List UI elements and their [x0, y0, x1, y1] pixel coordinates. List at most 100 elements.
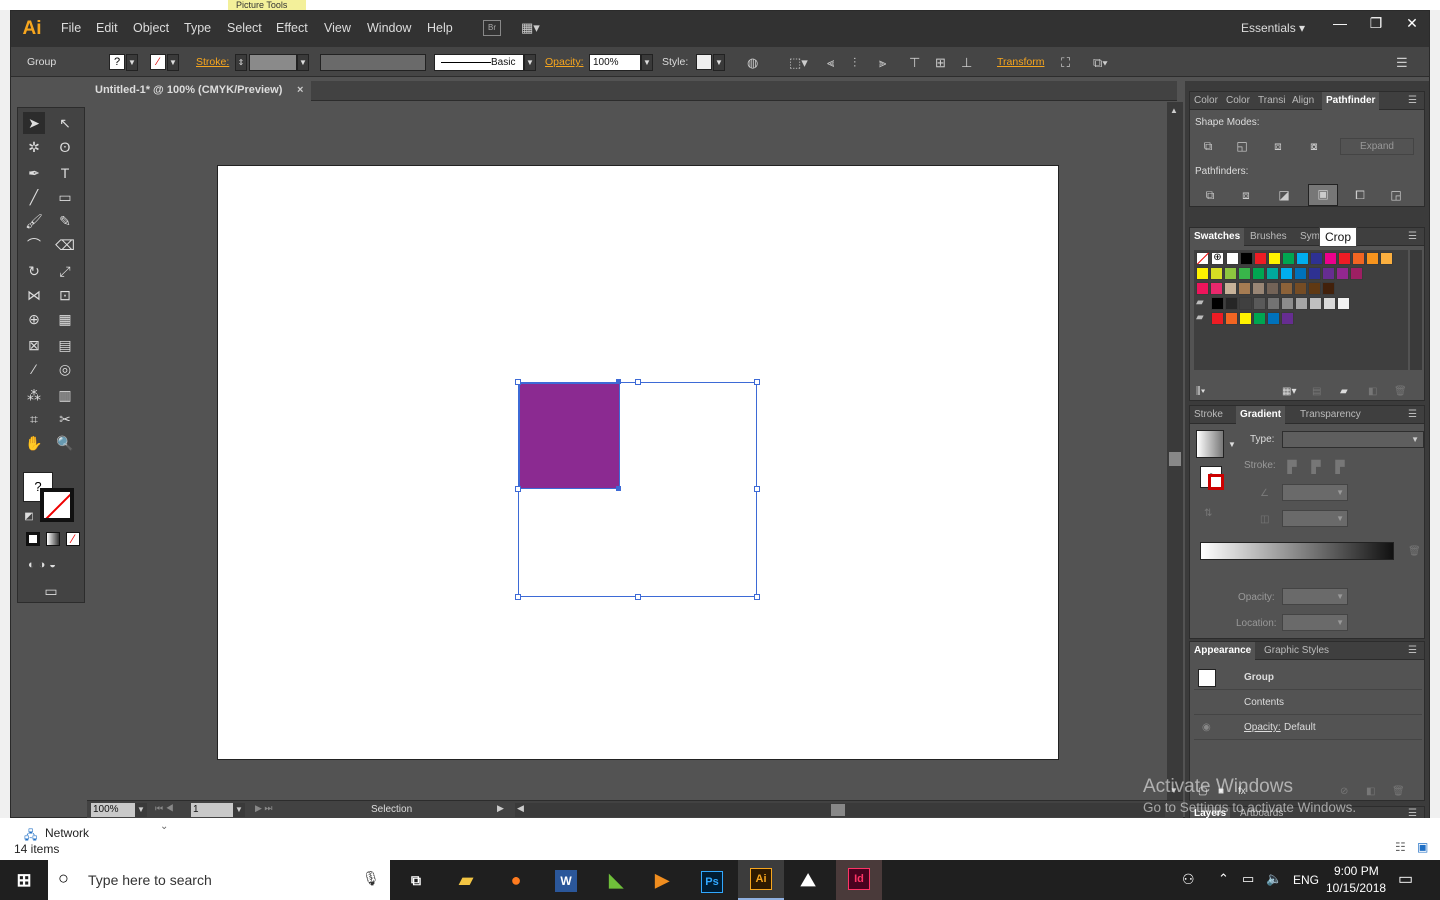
bbox-handle-bc[interactable] [635, 594, 641, 600]
delete-item-icon[interactable]: 🗑 [1392, 786, 1405, 797]
tab-gradient[interactable]: Gradient [1236, 406, 1286, 424]
swatch[interactable] [1309, 297, 1322, 310]
swatch[interactable] [1267, 312, 1280, 325]
swatches-scrollbar[interactable] [1410, 250, 1422, 370]
eyedropper-tool-icon[interactable]: ⁄ [23, 358, 45, 380]
crop-icon[interactable]: ▣ [1308, 184, 1338, 206]
illustrator-taskbar-icon[interactable]: Ai [738, 860, 784, 900]
swatch[interactable] [1294, 282, 1307, 295]
angle-field[interactable]: ▼ [1282, 484, 1348, 501]
style-dropdown[interactable]: ▼ [713, 54, 725, 71]
photos-icon[interactable]: ⛰ [788, 864, 828, 896]
swatch[interactable] [1253, 312, 1266, 325]
duplicate-item-icon[interactable]: ◧ [1366, 786, 1375, 797]
reverse-gradient-icon[interactable]: ⇅ [1204, 508, 1212, 519]
expand-button[interactable]: Expand [1340, 138, 1414, 155]
new-swatch-icon[interactable]: ◧ [1368, 386, 1377, 397]
large-icons-view-icon[interactable]: ▣ [1417, 840, 1428, 854]
gradient-type-select[interactable]: ▼ [1282, 431, 1424, 448]
aspect-ratio-field[interactable]: ▼ [1282, 510, 1348, 527]
rectangle-tool-icon[interactable]: ▭ [54, 186, 76, 208]
swatch[interactable] [1352, 252, 1365, 265]
bbox-handle-ml[interactable] [515, 486, 521, 492]
panel-menu-icon[interactable]: ☰ [1404, 228, 1421, 246]
opacity-dropdown[interactable]: ▼ [641, 54, 653, 71]
swatch[interactable] [1196, 282, 1209, 295]
drawing-modes-icon[interactable]: ◐◑◒ [22, 554, 82, 576]
pencil-tool-icon[interactable]: ✎ [54, 210, 76, 232]
stop-location-field[interactable]: ▼ [1282, 614, 1348, 631]
isolate-group-icon[interactable]: ⛶ [1061, 55, 1070, 71]
anchor-point[interactable] [616, 379, 621, 384]
swatch[interactable] [1266, 267, 1279, 280]
swatch-options-icon[interactable]: ▤ [1312, 386, 1321, 397]
swatch[interactable] [1366, 252, 1379, 265]
swatch[interactable] [1296, 252, 1309, 265]
swatch[interactable] [1310, 252, 1323, 265]
menu-type[interactable]: Type [184, 21, 211, 35]
visibility-eye-icon[interactable]: ◉ [1202, 722, 1211, 733]
appearance-row-contents[interactable]: Contents [1194, 691, 1422, 715]
people-icon[interactable]: ⚇ [1182, 871, 1195, 888]
action-center-icon[interactable]: ▭ [1398, 869, 1413, 889]
artboard[interactable] [217, 165, 1059, 760]
trim-icon[interactable]: ⧈ [1236, 186, 1256, 204]
tab-color[interactable]: Color [1190, 92, 1222, 110]
brush-dropdown[interactable]: ▼ [524, 54, 536, 71]
stroke-weight-dropdown[interactable]: ▼ [297, 54, 309, 71]
swatch[interactable] [1308, 267, 1321, 280]
screen-mode-icon[interactable]: ▭ [40, 580, 62, 602]
fill-swatch[interactable]: ? [109, 54, 125, 70]
stroke-stepper[interactable]: ⇕ [235, 54, 247, 71]
swatch[interactable] [1211, 297, 1224, 310]
lasso-tool-icon[interactable]: ʘ [54, 136, 76, 158]
style-swatch[interactable] [696, 54, 712, 70]
clear-appearance-icon[interactable]: ⊘ [1340, 786, 1348, 797]
stroke-dropdown[interactable]: ▼ [167, 54, 179, 71]
swatch[interactable] [1238, 267, 1251, 280]
swatch[interactable] [1210, 267, 1223, 280]
scroll-thumb[interactable] [1169, 452, 1181, 466]
stroke-weight-field[interactable] [249, 54, 297, 71]
merge-icon[interactable]: ◪ [1274, 186, 1294, 204]
blend-tool-icon[interactable]: ◎ [54, 358, 76, 380]
purple-rectangle[interactable] [519, 383, 620, 489]
windows-start-icon[interactable]: ⊞ [4, 864, 44, 896]
delete-stop-icon[interactable]: 🗑 [1408, 546, 1421, 557]
document-tab[interactable]: Untitled-1* @ 100% (CMYK/Preview) × [87, 81, 311, 101]
swatch[interactable] [1324, 252, 1337, 265]
align-left-icon[interactable]: ⫷ [827, 55, 834, 71]
show-kinds-icon[interactable]: ▦▾ [1282, 386, 1296, 397]
outline-icon[interactable]: ⧠ [1350, 186, 1370, 204]
swatch[interactable] [1225, 312, 1238, 325]
word-icon[interactable]: W [546, 864, 586, 896]
swatch[interactable] [1294, 267, 1307, 280]
eraser-tool-icon[interactable]: ⌫ [54, 234, 76, 256]
task-view-icon[interactable]: ⧉ [396, 864, 436, 896]
symbol-sprayer-tool-icon[interactable]: ⁂ [23, 384, 45, 406]
swatch-none[interactable] [1196, 252, 1210, 265]
paintbrush-tool-icon[interactable]: 🖌 [23, 210, 45, 232]
photoshop-icon[interactable]: Ps [692, 864, 732, 896]
swatch-registration[interactable]: ⊕ [1211, 252, 1224, 265]
swatch[interactable] [1337, 297, 1350, 310]
anchor-point[interactable] [616, 486, 621, 491]
file-explorer-icon[interactable]: ▰ [446, 864, 486, 896]
swatch[interactable] [1308, 282, 1321, 295]
swatch[interactable] [1267, 297, 1280, 310]
intersect-icon[interactable]: ⧈ [1268, 137, 1288, 155]
swatch[interactable] [1238, 282, 1251, 295]
swatch[interactable] [1322, 267, 1335, 280]
gradient-thumb-dropdown[interactable]: ▼ [1228, 440, 1236, 449]
volume-icon[interactable]: 🔈 [1266, 871, 1282, 887]
swatch[interactable] [1240, 252, 1253, 265]
swatch[interactable] [1380, 252, 1393, 265]
network-tray-icon[interactable]: ▭ [1242, 871, 1254, 887]
menu-object[interactable]: Object [133, 21, 169, 35]
picture-tools-tab[interactable]: Picture Tools [228, 0, 306, 10]
network-item[interactable]: Network [45, 826, 89, 840]
canvas-area[interactable] [87, 102, 1167, 800]
align-center-icon[interactable]: ⫶ [853, 55, 856, 71]
status-menu-icon[interactable]: ▶ [497, 803, 504, 814]
tab-graphic-styles[interactable]: Graphic Styles [1260, 642, 1333, 660]
